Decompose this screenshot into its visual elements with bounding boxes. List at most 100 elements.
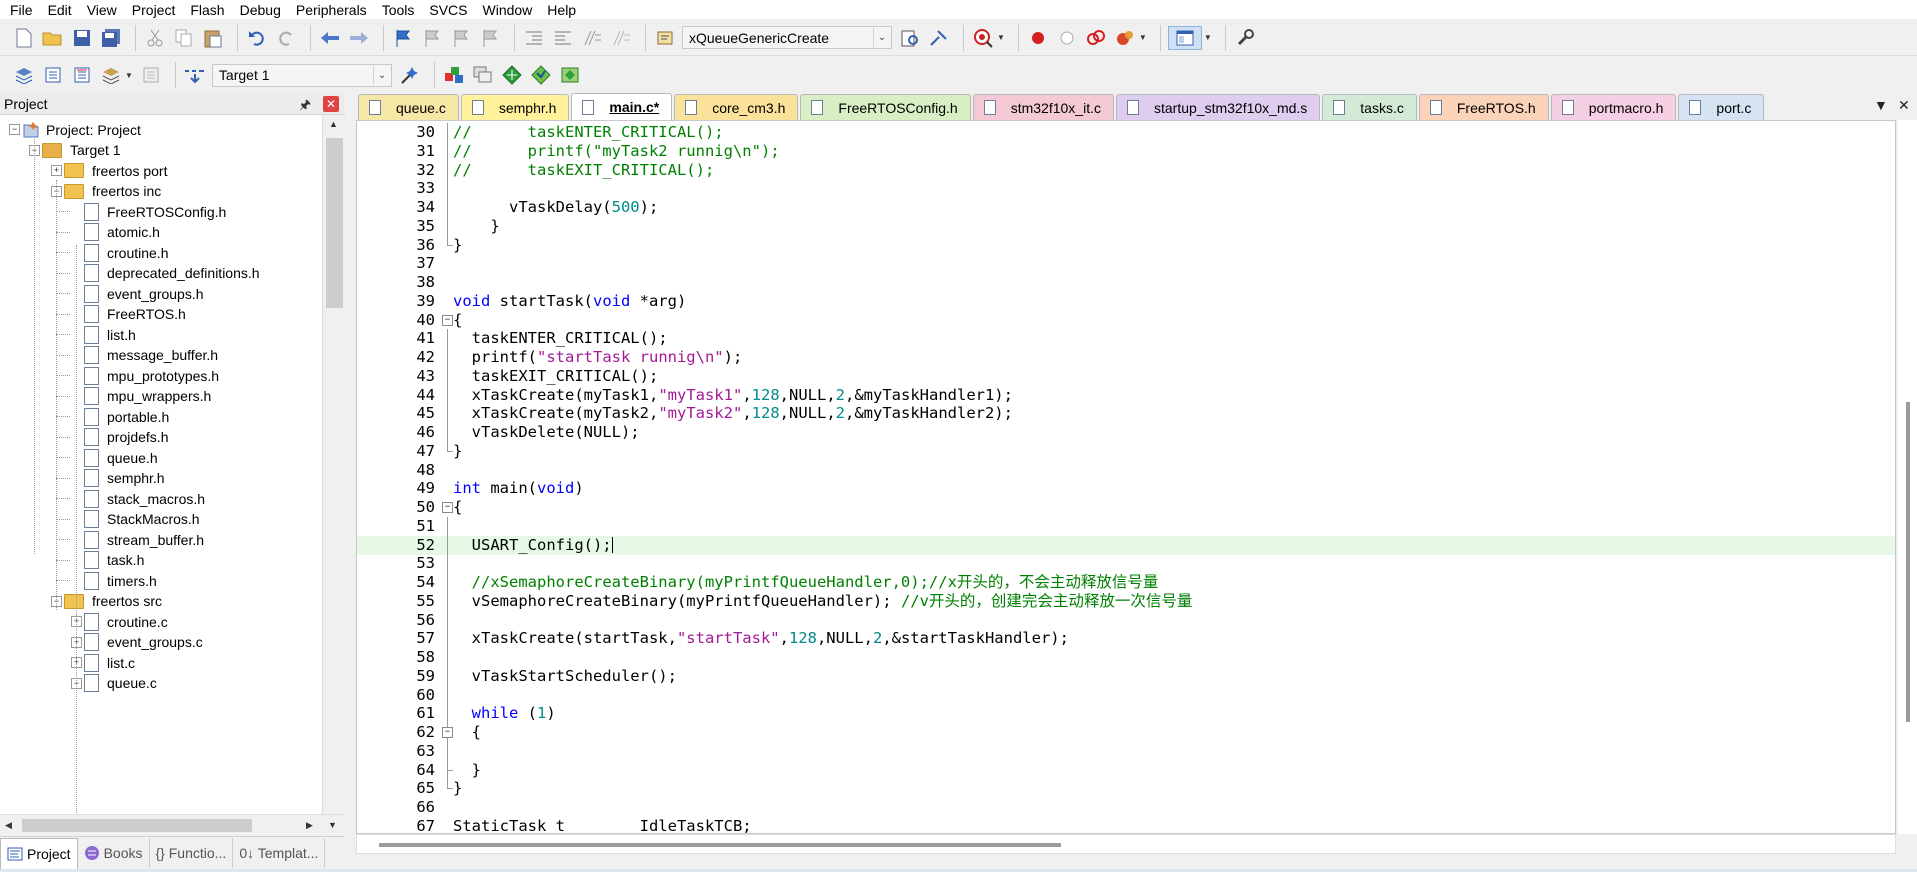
code-line[interactable]: 56 [357, 611, 1895, 630]
tab-functions[interactable]: {} Functio... [150, 838, 234, 868]
comment-icon[interactable] [580, 26, 604, 50]
fold-collapse-icon[interactable]: − [442, 314, 453, 326]
target-combo[interactable]: Target 1 ⌄ [211, 63, 392, 87]
copy-icon[interactable] [172, 26, 196, 50]
code-line[interactable]: 37 [357, 254, 1895, 273]
dropdown-arrow-icon[interactable]: ▼ [125, 71, 133, 80]
tree-vertical-scrollbar[interactable]: ▲ [322, 115, 345, 815]
close-editor-icon[interactable]: ✕ [1898, 97, 1910, 114]
menu-flash[interactable]: Flash [184, 3, 233, 17]
tab-portmacro-h[interactable]: portmacro.h [1550, 94, 1677, 120]
code-editor[interactable]: 30 // taskENTER_CRITICAL(); 31 // printf("m… [356, 120, 1896, 834]
incremental-find-icon[interactable] [927, 26, 951, 50]
editor-horizontal-scrollbar[interactable] [356, 834, 1896, 854]
code-line[interactable]: 48 [357, 461, 1895, 480]
code-line[interactable]: 61 while (1) [357, 704, 1895, 723]
pack-installer-icon[interactable] [558, 63, 582, 87]
bookmark-icon[interactable] [391, 26, 415, 50]
code-line[interactable]: 60 [357, 686, 1895, 705]
tab-core-cm3-h[interactable]: core_cm3.h [674, 94, 799, 120]
code-line[interactable]: 45 xTaskCreate(myTask2,"myTask2",128,NUL… [357, 404, 1895, 423]
code-line[interactable]: 54 //xSemaphoreCreateBinary(myPrintfQueu… [357, 573, 1895, 592]
open-folder-icon[interactable] [41, 26, 65, 50]
code-line[interactable]: 49 int main(void) [357, 479, 1895, 498]
code-line[interactable]: 42 printf("startTask runnig\n"); [357, 348, 1895, 367]
code-line[interactable]: 59 vTaskStartScheduler(); [357, 667, 1895, 686]
menu-window[interactable]: Window [477, 3, 542, 17]
undo-icon[interactable] [245, 26, 269, 50]
disable-breakpoint-icon[interactable] [1055, 26, 1079, 50]
tab-startup-stm32f10x-md-s[interactable]: startup_stm32f10x_md.s [1115, 94, 1321, 120]
tree-horizontal-scrollbar[interactable]: ◀ ▶ ▼ [0, 814, 345, 836]
code-line[interactable]: 50 { [357, 498, 1895, 517]
menu-peripherals[interactable]: Peripherals [290, 3, 376, 17]
code-line[interactable]: 65} [357, 779, 1895, 798]
scroll-down-icon[interactable]: ▼ [328, 820, 337, 830]
scroll-thumb[interactable] [22, 819, 252, 832]
nav-back-icon[interactable] [318, 26, 342, 50]
tab-semphr-h[interactable]: semphr.h [460, 94, 570, 120]
dropdown-arrow-icon[interactable]: ▼ [997, 33, 1005, 42]
scroll-thumb[interactable] [379, 843, 1061, 847]
paste-icon[interactable] [201, 26, 225, 50]
code-line[interactable]: 62 { [357, 723, 1895, 742]
dropdown-arrow-icon[interactable]: ▼ [1139, 33, 1147, 42]
code-line[interactable]: 35 } [357, 217, 1895, 236]
code-line[interactable]: 34 vTaskDelay(500); [357, 198, 1895, 217]
scroll-right-icon[interactable]: ▶ [306, 820, 313, 831]
code-line[interactable]: 57 xTaskCreate(startTask,"startTask",128… [357, 629, 1895, 648]
chevron-down-icon[interactable]: ⌄ [873, 28, 890, 47]
scroll-left-icon[interactable]: ◀ [5, 820, 12, 831]
menu-tools[interactable]: Tools [376, 3, 424, 17]
function-combo[interactable]: xQueueGenericCreate ⌄ [682, 26, 892, 49]
tab-books[interactable]: Books [78, 838, 150, 868]
code-line[interactable]: 64 } [357, 761, 1895, 780]
expand-icon[interactable]: + [51, 165, 62, 176]
rebuild-icon[interactable] [70, 63, 94, 87]
close-icon[interactable]: ✕ [323, 96, 339, 112]
redo-icon[interactable] [274, 26, 298, 50]
nav-forward-icon[interactable] [347, 26, 371, 50]
save-all-icon[interactable] [99, 26, 123, 50]
target-options-icon[interactable] [398, 63, 422, 87]
batch-build-icon[interactable] [99, 63, 123, 87]
unindent-icon[interactable] [551, 26, 575, 50]
clear-bookmarks-icon[interactable] [478, 26, 502, 50]
code-line[interactable]: 53 [357, 554, 1895, 573]
tab-freertosconfig-h[interactable]: FreeRTOSConfig.h [800, 94, 971, 120]
translate-icon[interactable] [12, 63, 36, 87]
download-load-icon[interactable] [183, 63, 207, 87]
breakpoint-icon[interactable] [1026, 26, 1050, 50]
menu-debug[interactable]: Debug [234, 3, 290, 17]
fold-collapse-icon[interactable]: − [442, 502, 453, 513]
configure-wrench-icon[interactable] [1233, 26, 1257, 50]
tab-stm32f10x-it-c[interactable]: stm32f10x_it.c [972, 94, 1114, 120]
tree-file-item[interactable]: queue.c [84, 671, 157, 696]
code-line[interactable]: 40 { [357, 311, 1895, 330]
tab-freertos-h[interactable]: FreeRTOS.h [1418, 94, 1549, 120]
code-line[interactable]: 30 // taskENTER_CRITICAL(); [357, 123, 1895, 142]
new-file-icon[interactable] [12, 26, 36, 50]
code-line[interactable]: 63 [357, 742, 1895, 761]
code-line[interactable]: 55 vSemaphoreCreateBinary(myPrintfQueueH… [357, 592, 1895, 611]
next-bookmark-icon[interactable] [449, 26, 473, 50]
code-line[interactable]: 33 [357, 179, 1895, 198]
build-icon[interactable] [41, 63, 65, 87]
scroll-thumb[interactable] [326, 138, 343, 308]
code-line[interactable]: 44 xTaskCreate(myTask1,"myTask1",128,NUL… [357, 386, 1895, 405]
menu-help[interactable]: Help [541, 3, 585, 17]
window-layout-icon[interactable] [1167, 25, 1202, 50]
code-line[interactable]: 67 StaticTask_t IdleTaskTCB; [357, 817, 1895, 833]
code-line[interactable]: 38 [357, 273, 1895, 292]
file-extensions-icon[interactable] [471, 63, 495, 87]
debug-session-icon[interactable] [971, 26, 995, 50]
chevron-down-icon[interactable]: ⌄ [372, 65, 390, 85]
indent-icon[interactable] [522, 26, 546, 50]
code-line[interactable]: 46 vTaskDelete(NULL); [357, 423, 1895, 442]
save-icon[interactable] [70, 26, 94, 50]
code-line[interactable]: 41 taskENTER_CRITICAL(); [357, 329, 1895, 348]
scroll-up-icon[interactable]: ▲ [329, 119, 338, 129]
editor-vertical-scrollbar[interactable] [1898, 120, 1917, 834]
find-function-icon[interactable] [653, 26, 677, 50]
menu-file[interactable]: File [4, 3, 42, 17]
